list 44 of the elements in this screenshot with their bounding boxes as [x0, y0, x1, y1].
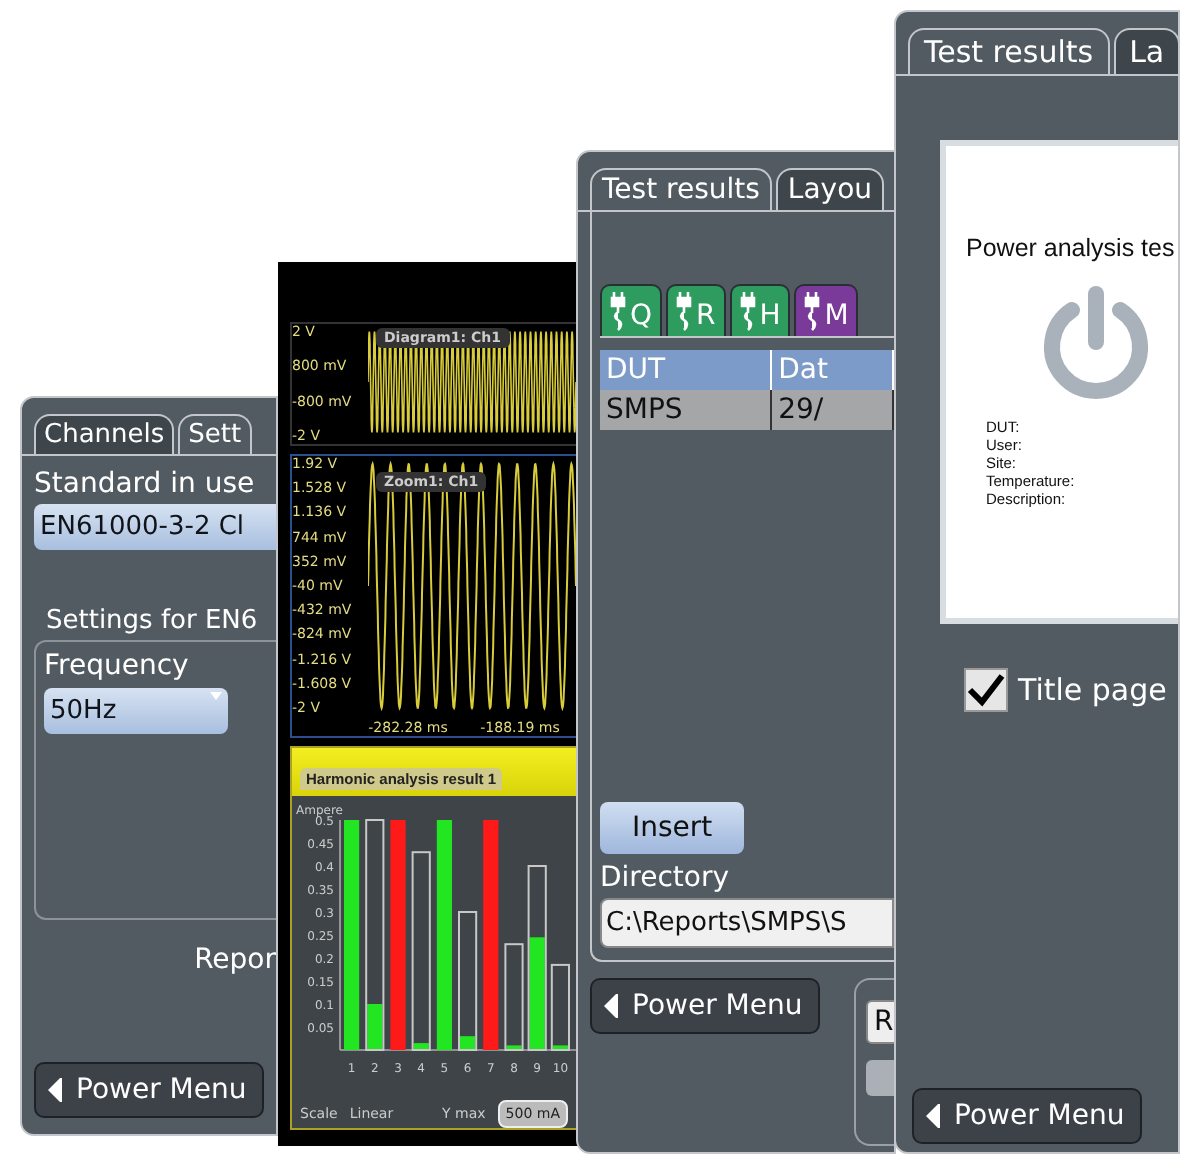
- side-button[interactable]: R: [866, 1000, 894, 1044]
- tab[interactable]: Layou: [775, 168, 885, 210]
- report-title: Power analysis tes: [966, 234, 1177, 262]
- tab[interactable]: Sett: [178, 414, 252, 454]
- title-page-checkbox[interactable]: [964, 668, 1008, 712]
- tab[interactable]: Channels: [34, 414, 175, 454]
- frequency-dropdown[interactable]: 50Hz: [44, 688, 228, 734]
- group-title: Settings for EN6: [44, 606, 260, 636]
- report-label: Repor: [194, 944, 276, 976]
- power-menu-button[interactable]: Power Menu: [590, 978, 821, 1034]
- column-header: DUT: [600, 350, 772, 390]
- result-type-tab[interactable]: R: [666, 284, 726, 336]
- limit-bar: [458, 911, 478, 1051]
- plug-icon: [610, 292, 628, 332]
- harmonic-bar: [413, 1043, 429, 1050]
- table-cell[interactable]: SMPS: [600, 390, 772, 430]
- frequency-label: Frequency: [44, 650, 191, 682]
- plug-icon: [739, 292, 758, 332]
- plug-icon: [804, 292, 823, 332]
- column-header: Dat: [771, 350, 893, 390]
- result-type-tab[interactable]: Q: [600, 284, 663, 336]
- result-type-tab[interactable]: M: [794, 284, 859, 336]
- harmonic-bar: [506, 1045, 522, 1050]
- limit-bar: [550, 963, 570, 1051]
- power-menu-button[interactable]: Power Menu: [912, 1088, 1143, 1144]
- title-page-label: Title page: [1018, 672, 1167, 708]
- limit-bar: [504, 943, 524, 1051]
- directory-field[interactable]: C:\Reports\SMPS\S: [600, 898, 894, 948]
- standard-dropdown[interactable]: EN61000-3-2 Cl: [34, 504, 276, 550]
- result-type-tab[interactable]: H: [729, 284, 791, 336]
- plug-icon: [676, 292, 695, 332]
- harmonic-bar: [367, 1004, 383, 1050]
- power-menu-button[interactable]: Power Menu: [34, 1062, 265, 1118]
- standard-label: Standard in use: [34, 468, 257, 500]
- tab[interactable]: Test results: [908, 28, 1110, 74]
- harmonic-bar: [552, 1045, 568, 1050]
- tab[interactable]: Test results: [590, 168, 772, 210]
- tab[interactable]: La: [1113, 28, 1178, 74]
- directory-label: Directory: [600, 862, 732, 894]
- power-icon: [1038, 286, 1154, 402]
- table-cell[interactable]: 29/: [771, 390, 893, 430]
- dropdown-arrow-icon: [210, 692, 222, 700]
- harmonic-bar: [460, 1036, 476, 1050]
- insert-button[interactable]: Insert: [600, 802, 745, 854]
